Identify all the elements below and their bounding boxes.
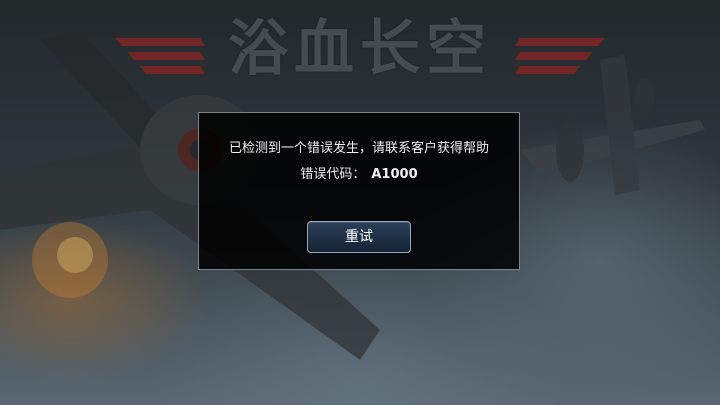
error-code-line: 错误代码： A1000 [199,163,519,182]
error-message: 已检测到一个错误发生，请联系客户获得帮助 [228,141,489,156]
retry-button[interactable]: 重试 [307,221,411,253]
error-code-label: 错误代码： [300,167,366,182]
error-dialog: 已检测到一个错误发生，请联系客户获得帮助 错误代码： A1000 重试 [198,112,520,270]
error-code-value: A1000 [371,167,418,182]
